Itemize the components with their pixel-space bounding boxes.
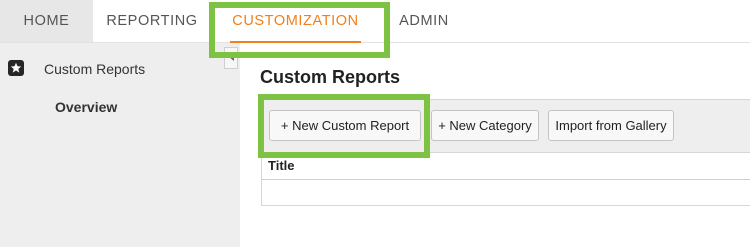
toolbar: + New Custom Report + New Category Impor… [261,99,750,153]
import-from-gallery-button[interactable]: Import from Gallery [548,110,674,141]
top-navigation: HOME REPORTING CUSTOMIZATION ADMIN [0,0,750,43]
sidebar: Custom Reports Overview [0,43,240,247]
page-title: Custom Reports [260,67,401,87]
sidebar-item-custom-reports[interactable]: Custom Reports [44,61,145,77]
tab-reporting[interactable]: REPORTING [93,0,211,42]
column-header-title[interactable]: Title [268,158,295,173]
sidebar-item-overview[interactable]: Overview [55,99,117,115]
reports-table: Title [261,152,750,206]
star-icon [8,60,24,76]
tab-customization[interactable]: CUSTOMIZATION [214,0,377,43]
new-custom-report-button[interactable]: + New Custom Report [269,110,421,141]
sidebar-collapse-handle[interactable] [224,47,238,69]
tab-admin[interactable]: ADMIN [384,0,464,42]
new-category-button[interactable]: + New Category [431,110,539,141]
table-row [262,180,750,206]
tab-home[interactable]: HOME [0,0,93,42]
table-header: Title [262,152,750,180]
